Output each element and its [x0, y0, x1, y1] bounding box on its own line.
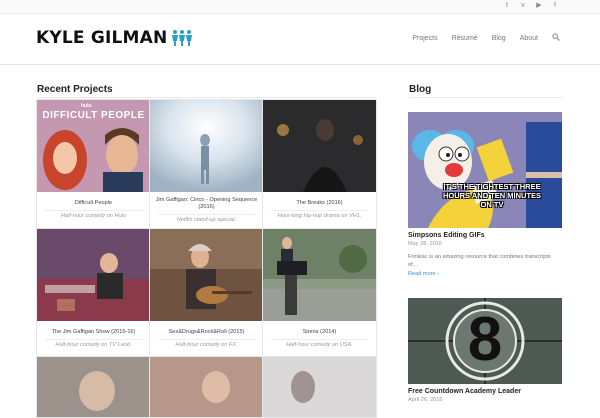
project-thumbnail[interactable]: [37, 229, 150, 321]
project-subtitle: Half-hour comedy on FX.: [158, 339, 255, 349]
blog-title: Blog: [409, 84, 432, 95]
project-title[interactable]: The Breaks (2016): [263, 200, 376, 207]
project-subtitle: Half-hour comedy on TV Land.: [45, 339, 142, 349]
project-thumbnail[interactable]: [150, 357, 263, 417]
youtube-icon[interactable]: ▶: [534, 1, 544, 11]
project-card-sirens[interactable]: Sirens (2014) Half-hour comedy on USA.: [262, 228, 377, 358]
site-header: KYLE GILMAN Projects Résumé Blog About: [0, 14, 600, 65]
site-logo[interactable]: KYLE GILMAN: [36, 28, 193, 48]
project-title[interactable]: Difficult People: [37, 200, 150, 207]
section-divider: [37, 97, 376, 98]
social-links: t v ▶ f: [502, 1, 560, 11]
thumbnail-title-text: DIFFICULT PEOPLE: [42, 110, 145, 121]
project-caption: Sex&Drugs&Rock&Roll (2015) Half-hour com…: [150, 321, 263, 357]
logo-figures-icon: [171, 30, 193, 46]
project-title[interactable]: The Jim Gaffigan Show (2015-16): [37, 329, 150, 336]
project-caption: The Breaks (2016) Hour-long hip-hop dram…: [263, 192, 376, 228]
project-card[interactable]: [36, 356, 151, 418]
project-card[interactable]: [262, 356, 377, 418]
countdown-number: 8: [467, 305, 503, 374]
logo-text: KYLE GILMAN: [36, 28, 168, 48]
blog-post-date: May 28, 2016: [408, 241, 442, 247]
project-thumbnail[interactable]: hulu DIFFICULT PEOPLE: [37, 100, 150, 192]
project-thumbnail[interactable]: [37, 357, 150, 417]
blog-post-date: April 26, 2016: [408, 397, 443, 403]
project-title[interactable]: Sirens (2014): [263, 329, 376, 336]
project-card-difficult-people[interactable]: hulu DIFFICULT PEOPLE Difficult People H…: [36, 99, 151, 229]
blog-post: 8 Free Countdown Academy Leader April 26…: [408, 298, 562, 403]
nav-projects[interactable]: Projects: [412, 35, 437, 42]
recent-projects-title: Recent Projects: [37, 84, 113, 95]
section-divider: [409, 97, 562, 98]
project-card-the-breaks[interactable]: The Breaks (2016) Hour-long hip-hop dram…: [262, 99, 377, 229]
nav-resume[interactable]: Résumé: [452, 35, 478, 42]
facebook-icon[interactable]: f: [550, 1, 560, 11]
project-caption: Difficult People Half-hour comedy on Hul…: [37, 192, 150, 228]
blog-post-excerpt: Frinkiac is an amazing resource that com…: [408, 254, 551, 268]
blog-post-title[interactable]: Free Countdown Academy Leader: [408, 388, 562, 395]
project-card[interactable]: [149, 356, 264, 418]
nav-about[interactable]: About: [520, 35, 538, 42]
twitter-icon[interactable]: t: [502, 1, 512, 11]
read-more-link[interactable]: Read more ›: [408, 271, 562, 277]
blog-post-image[interactable]: IT'S THE TIGHTEST THREE HOURS AND TEN MI…: [408, 112, 562, 228]
nav-blog[interactable]: Blog: [492, 35, 506, 42]
read-more-label: Read more: [408, 271, 436, 277]
project-thumbnail[interactable]: [150, 229, 263, 321]
hulu-label: hulu: [81, 103, 92, 109]
blog-post-image[interactable]: 8: [408, 298, 562, 384]
blog-post: IT'S THE TIGHTEST THREE HOURS AND TEN MI…: [408, 112, 562, 277]
project-caption: Sirens (2014) Half-hour comedy on USA.: [263, 321, 376, 357]
project-subtitle: Hour-long hip-hop drama on VH1.: [271, 210, 368, 220]
project-thumbnail[interactable]: [263, 357, 376, 417]
project-caption: The Jim Gaffigan Show (2015-16) Half-hou…: [37, 321, 150, 357]
gif-caption-text: IT'S THE TIGHTEST THREE HOURS AND TEN MI…: [442, 182, 542, 209]
search-icon[interactable]: [552, 33, 560, 43]
project-card-jim-gaffigan-show[interactable]: The Jim Gaffigan Show (2015-16) Half-hou…: [36, 228, 151, 358]
project-title[interactable]: Sex&Drugs&Rock&Roll (2015): [150, 329, 263, 336]
project-card-cinco[interactable]: Jim Gaffigan: Cinco - Opening Sequence (…: [149, 99, 264, 229]
blog-post-title[interactable]: Simpsons Editing GIFs: [408, 232, 562, 239]
main-nav: Projects Résumé Blog About: [412, 33, 560, 43]
top-bar: t v ▶ f: [0, 0, 600, 14]
project-card-sex-drugs-rock-roll[interactable]: Sex&Drugs&Rock&Roll (2015) Half-hour com…: [149, 228, 264, 358]
project-caption: Jim Gaffigan: Cinco - Opening Sequence (…: [150, 192, 263, 228]
project-thumbnail[interactable]: [263, 100, 376, 192]
project-title[interactable]: Jim Gaffigan: Cinco - Opening Sequence (…: [150, 197, 263, 211]
project-thumbnail[interactable]: [263, 229, 376, 321]
vimeo-icon[interactable]: v: [518, 1, 528, 11]
project-subtitle: Netflix stand-up special.: [158, 214, 255, 224]
chevron-right-icon: ›: [437, 271, 440, 277]
project-thumbnail[interactable]: [150, 100, 263, 192]
project-subtitle: Half-hour comedy on Hulu: [45, 210, 142, 220]
project-subtitle: Half-hour comedy on USA.: [271, 339, 368, 349]
